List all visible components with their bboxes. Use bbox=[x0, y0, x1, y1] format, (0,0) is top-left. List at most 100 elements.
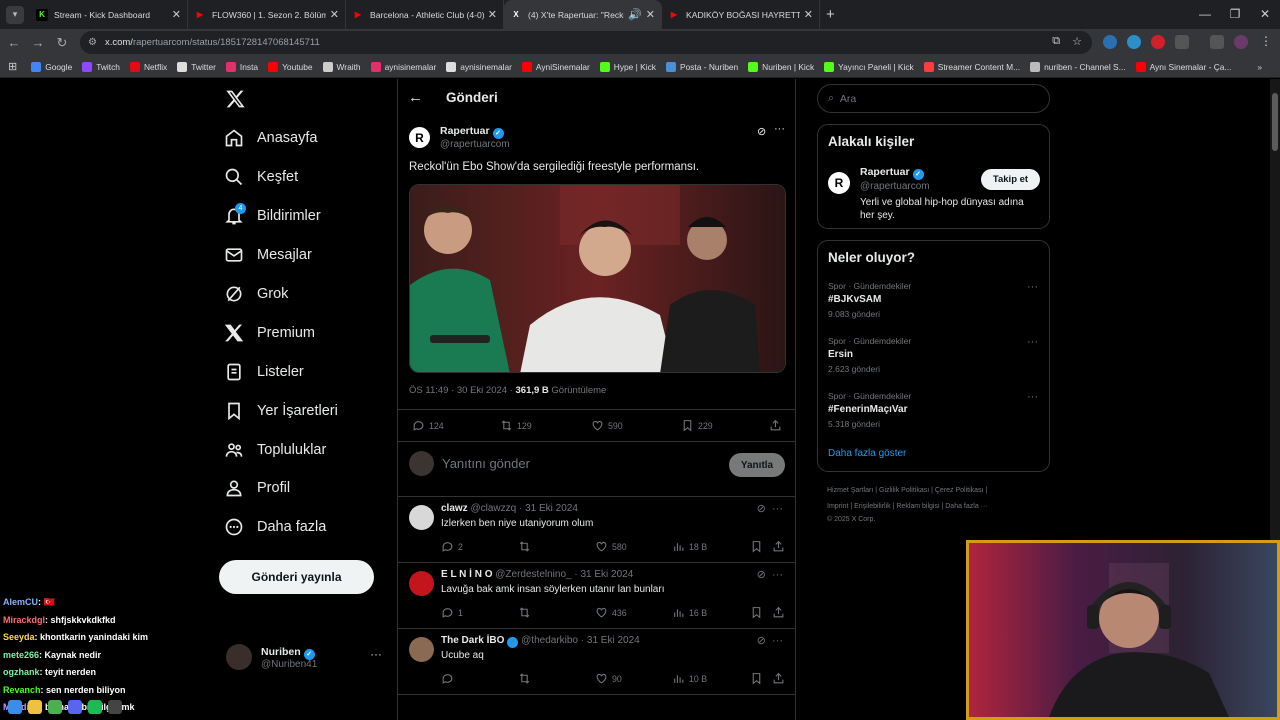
reply-repost-action[interactable] bbox=[518, 672, 535, 685]
bookmark-item[interactable]: Nuriben | Kick bbox=[748, 61, 814, 72]
discord-icon[interactable] bbox=[68, 700, 82, 714]
close-window-button[interactable]: ✕ bbox=[1250, 0, 1280, 29]
bookmark-item[interactable]: Yayıncı Paneli | Kick bbox=[824, 61, 914, 72]
tab-close-icon[interactable]: ✕ bbox=[172, 8, 181, 21]
windows-start-icon[interactable] bbox=[8, 700, 22, 714]
reload-icon[interactable]: ↻ bbox=[50, 35, 74, 51]
reply-bookmark-action[interactable] bbox=[750, 540, 767, 553]
tab-close-icon[interactable]: ✕ bbox=[646, 8, 655, 21]
install-icon[interactable]: ⧉ bbox=[1052, 35, 1060, 48]
bookmark-item[interactable]: AyniSinemalar bbox=[521, 61, 590, 72]
back-icon[interactable]: ← bbox=[2, 35, 26, 50]
tab-close-icon[interactable]: ✕ bbox=[330, 8, 339, 21]
new-tab-button[interactable]: + bbox=[826, 6, 835, 23]
minimize-button[interactable]: — bbox=[1190, 0, 1220, 29]
reply-avatar[interactable] bbox=[409, 571, 434, 596]
trend-more-icon[interactable]: ··· bbox=[1027, 336, 1038, 348]
nav-notifications[interactable]: Bildirimler 4 bbox=[224, 203, 321, 226]
trend-more-icon[interactable]: ··· bbox=[1027, 281, 1038, 293]
related-name[interactable]: Rapertuar ✓ bbox=[860, 166, 924, 180]
x-logo-icon[interactable] bbox=[225, 89, 246, 109]
extension-shield-icon[interactable] bbox=[1103, 35, 1117, 49]
tab-search-icon[interactable]: ▾ bbox=[6, 5, 24, 24]
reply-more-icon[interactable]: ⊘ ··· bbox=[757, 568, 783, 581]
bookmark-item[interactable]: Google bbox=[31, 61, 72, 72]
post-button[interactable]: Gönderi yayınla bbox=[219, 560, 374, 594]
reply-like-action[interactable]: 90 bbox=[595, 672, 622, 685]
reply-author[interactable]: E L N İ N O bbox=[441, 569, 493, 580]
forward-icon[interactable]: → bbox=[26, 35, 50, 50]
bookmark-item[interactable]: Twitch bbox=[82, 61, 120, 72]
tab-2[interactable]: ▶ Barcelona - Athletic Club (4-0) ✕ bbox=[346, 0, 504, 29]
reply-button[interactable]: Yanıtla bbox=[729, 453, 785, 477]
footer-links-2[interactable]: Imprint | Erişilebilirlik | Reklam bilgi… bbox=[827, 503, 988, 510]
author-name[interactable]: Rapertuar ✓ bbox=[440, 125, 504, 139]
nav-premium[interactable]: Premium bbox=[224, 323, 315, 343]
nav-bookmarks[interactable]: Yer İşaretleri bbox=[224, 401, 338, 421]
post-more-icon[interactable]: ··· bbox=[774, 123, 785, 135]
bookmarks-overflow-icon[interactable]: » bbox=[1257, 62, 1262, 72]
site-info-icon[interactable]: ⚙ bbox=[88, 37, 97, 48]
tab-audio-icon[interactable]: 🔊 bbox=[628, 8, 642, 21]
reply-item[interactable]: E L N İ N O @Zerdestelnino_ · 31 Eki 202… bbox=[398, 563, 795, 629]
reply-item[interactable]: clawz @clawzzq · 31 Eki 2024 Izlerken ben… bbox=[398, 497, 795, 563]
bookmark-item[interactable]: aynisinemalar bbox=[370, 61, 436, 72]
maximize-button[interactable]: ❐ bbox=[1220, 0, 1250, 29]
nav-explore[interactable]: Keşfet bbox=[224, 167, 298, 187]
tab-0[interactable]: K Stream - Kick Dashboard ✕ bbox=[30, 0, 188, 29]
trend-item[interactable]: Spor · Gündemdekiler #BJKvSAM 9.083 gönder… bbox=[828, 281, 1038, 319]
nav-lists[interactable]: Listeler bbox=[224, 362, 304, 382]
back-arrow-icon[interactable]: ← bbox=[408, 89, 423, 106]
reply-item[interactable]: The Dark İBO ✓ @thedarkibo · 31 Eki 2024 U… bbox=[398, 629, 795, 695]
bookmark-item[interactable]: Youtube bbox=[268, 61, 313, 72]
address-bar[interactable]: ⚙ x.com/rapertuarcom/status/185172814706… bbox=[80, 31, 1092, 54]
reply-reply-action[interactable]: 2 bbox=[441, 540, 463, 553]
nav-messages[interactable]: Mesajlar bbox=[224, 245, 312, 265]
more-dots-icon[interactable]: ··· bbox=[370, 647, 382, 661]
reply-share-action[interactable] bbox=[772, 540, 789, 553]
reply-bookmark-action[interactable] bbox=[750, 606, 767, 619]
reply-more-icon[interactable]: ⊘ ··· bbox=[757, 634, 783, 647]
bookmark-item[interactable]: nuriben - Channel S... bbox=[1030, 61, 1126, 72]
reply-author[interactable]: The Dark İBO bbox=[441, 635, 504, 646]
trend-more-icon[interactable]: ··· bbox=[1027, 391, 1038, 403]
reply-more-icon[interactable]: ⊘ ··· bbox=[757, 502, 783, 515]
bookmark-star-icon[interactable]: ☆ bbox=[1072, 35, 1082, 48]
trend-item[interactable]: Spor · Gündemdekiler Ersin 2.623 gönderi ··… bbox=[828, 336, 1038, 374]
obs-icon[interactable] bbox=[108, 700, 122, 714]
search-input[interactable]: ⌕ Ara bbox=[817, 84, 1050, 113]
spotify-icon[interactable] bbox=[88, 700, 102, 714]
file-explorer-icon[interactable] bbox=[28, 700, 42, 714]
nav-home[interactable]: Anasayfa bbox=[224, 128, 317, 148]
reply-avatar[interactable] bbox=[409, 637, 434, 662]
reply-reply-action[interactable]: 1 bbox=[441, 606, 463, 619]
bookmark-item[interactable]: aynisinemalar bbox=[446, 61, 512, 72]
bookmark-action[interactable]: 229 bbox=[681, 419, 713, 432]
nav-more[interactable]: Daha fazla bbox=[224, 517, 326, 537]
author-avatar[interactable]: R bbox=[409, 127, 430, 148]
footer-links-1[interactable]: Hizmet Şartları | Gizlilik Politikası | … bbox=[827, 487, 987, 494]
reply-bookmark-action[interactable] bbox=[750, 672, 767, 685]
share-action[interactable] bbox=[769, 419, 786, 432]
reply-author[interactable]: clawz bbox=[441, 503, 468, 514]
reply-share-action[interactable] bbox=[772, 606, 789, 619]
browser-menu-icon[interactable]: ⋮ bbox=[1260, 34, 1272, 48]
bookmark-item[interactable]: Netflix bbox=[129, 61, 167, 72]
scrollbar-thumb[interactable] bbox=[1272, 93, 1278, 151]
tab-3[interactable]: X (4) X'te Rapertuar: "Reckol' 🔊 ✕ bbox=[504, 0, 662, 29]
post-video[interactable] bbox=[409, 184, 786, 373]
follow-button[interactable]: Takip et bbox=[981, 169, 1040, 190]
reply-repost-action[interactable] bbox=[518, 606, 535, 619]
bookmark-item[interactable]: Hype | Kick bbox=[599, 61, 656, 72]
reply-input[interactable]: Yanıtını gönder bbox=[442, 456, 530, 471]
nav-profile[interactable]: Profil bbox=[224, 478, 290, 498]
reply-avatar[interactable] bbox=[409, 505, 434, 530]
chrome-icon[interactable] bbox=[48, 700, 62, 714]
tab-1[interactable]: ▶ FLOW360 | 1. Sezon 2. Bölüm - ✕ bbox=[188, 0, 346, 29]
grok-post-icon[interactable]: ⊘ bbox=[757, 125, 766, 138]
account-switcher[interactable]: Nuriben ✓ @Nuriben41 ··· bbox=[226, 642, 386, 672]
tab-close-icon[interactable]: ✕ bbox=[804, 8, 813, 21]
apps-grid-icon[interactable]: ⊞ bbox=[8, 60, 17, 73]
bookmark-item[interactable]: Insta bbox=[225, 61, 258, 72]
reply-share-action[interactable] bbox=[772, 672, 789, 685]
